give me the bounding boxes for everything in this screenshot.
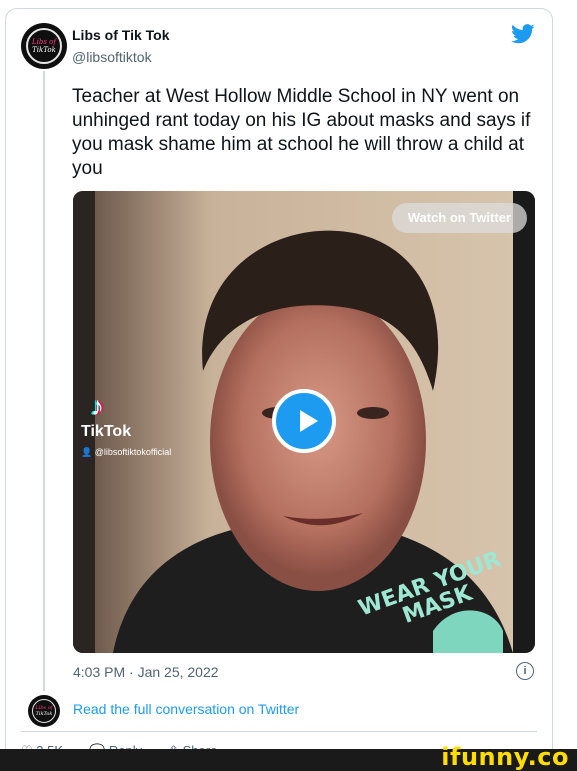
- ifunny-watermark: ifunny.co: [441, 743, 569, 771]
- avatar[interactable]: Libs of TikTok: [21, 23, 67, 69]
- play-icon[interactable]: [272, 389, 336, 453]
- conv-avatar-text-line2: TikTok: [35, 711, 53, 717]
- avatar-logo: Libs of TikTok: [26, 28, 62, 64]
- avatar-text-line1: Libs of: [32, 38, 56, 46]
- tiktok-label: TikTok: [81, 423, 132, 440]
- tweet-timestamp[interactable]: 4:03 PM · Jan 25, 2022: [73, 664, 219, 680]
- thread-line: [43, 71, 45, 691]
- video-player[interactable]: Watch on Twitter ♪ TikTok 👤 @libsoftikto…: [73, 191, 535, 653]
- twitter-bird-icon[interactable]: [511, 23, 535, 45]
- tiktok-handle: 👤 @libsoftiktokofficial: [81, 447, 172, 457]
- avatar-text-line2: TikTok: [32, 46, 56, 54]
- watch-on-twitter-button[interactable]: Watch on Twitter: [391, 203, 527, 233]
- read-conversation-link[interactable]: Read the full conversation on Twitter: [73, 701, 299, 717]
- tweet-text: Teacher at West Hollow Middle School in …: [72, 86, 531, 179]
- conversation-avatar-logo: Libs of TikTok: [32, 699, 56, 723]
- watermark-bar: ifunny.co: [0, 743, 577, 771]
- display-name[interactable]: Libs of Tik Tok: [72, 27, 170, 43]
- tiktok-icon: ♪: [91, 391, 104, 421]
- divider: [21, 731, 537, 732]
- tiktok-handle-text: @libsoftiktokofficial: [94, 447, 172, 457]
- tweet-card: Libs of TikTok Libs of Tik Tok @libsofti…: [5, 8, 553, 770]
- info-icon[interactable]: i: [516, 662, 534, 680]
- user-handle[interactable]: @libsoftiktok: [72, 49, 152, 65]
- conversation-avatar[interactable]: Libs of TikTok: [28, 695, 60, 727]
